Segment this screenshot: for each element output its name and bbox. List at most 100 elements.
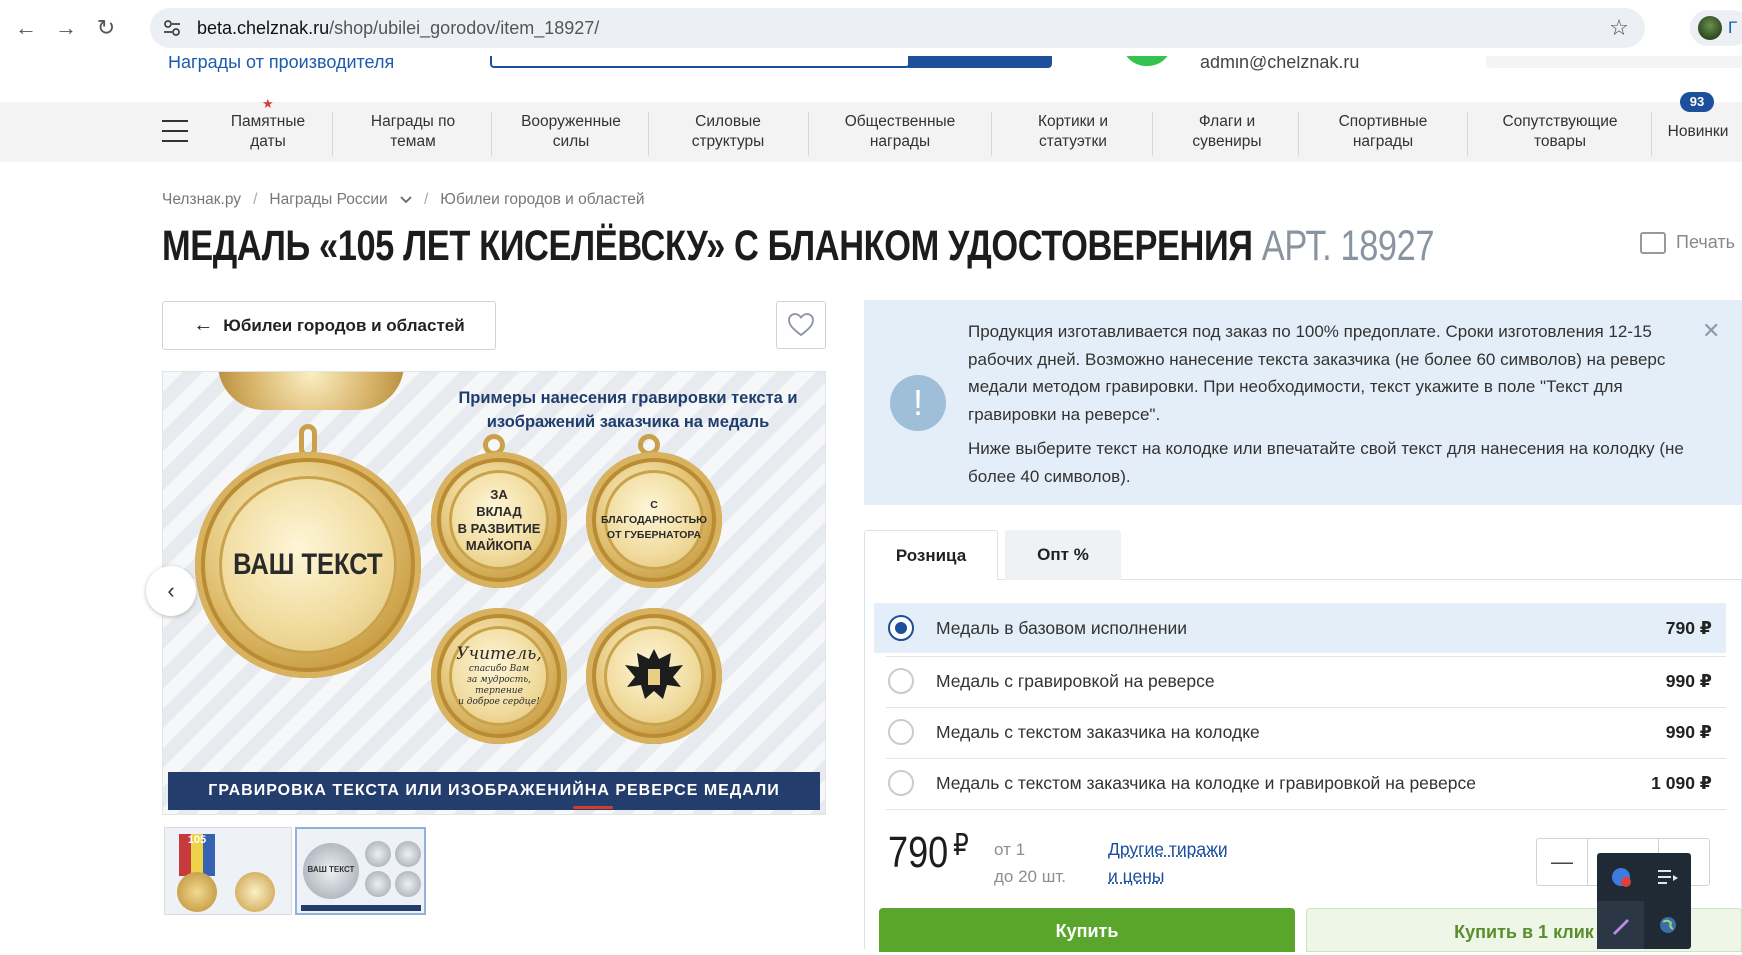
printer-icon [1640,232,1666,255]
radio-unselected[interactable] [888,719,914,745]
url-path: /shop/ubilei_gorodov/item_18927/ [329,18,600,38]
back-button-label: Юбилеи городов и областей [223,315,465,335]
tab-wholesale[interactable]: Опт % [1005,530,1121,580]
gallery-heading-line2: изображений заказчика на медаль [486,413,770,431]
back-to-category-button[interactable]: ← Юбилеи городов и областей [162,301,496,350]
thumb1-medal-back [235,872,275,912]
medal2-line: ОТ ГУБЕРНАТОРА [606,528,702,541]
sample-medal-3: Учитель, спасибо Вам за мудрость, терпен… [431,608,567,744]
search-button[interactable] [908,56,1052,68]
category-soputstvuyushchie[interactable]: Сопутствующие товары [1494,112,1626,152]
radio-unselected[interactable] [888,668,914,694]
category-sportivnye-nagrady[interactable]: Спортивные награды [1330,112,1436,152]
medal3-line: Учитель, [456,644,542,664]
thumb1-medal-front [177,872,217,912]
url-text[interactable]: beta.chelznak.ru/shop/ubilei_gorodov/ite… [197,18,599,39]
globe-icon[interactable] [1644,901,1691,949]
back-arrow-icon[interactable]: ← [12,14,40,42]
medal-hanger [218,372,404,410]
forward-arrow-icon[interactable]: → [52,14,80,42]
heart-icon [788,313,814,337]
other-tiers-link[interactable]: Другие тиражи и цены [1108,836,1228,890]
thumbnail-1[interactable]: 105 [164,827,292,915]
gallery-prev-button[interactable]: ‹ [146,566,196,616]
reload-icon[interactable]: ↻ [92,14,120,42]
sample-medal-4 [586,608,722,744]
search-input[interactable] [490,56,910,68]
category-obshchestvennye-nagrady[interactable]: Общественные награды [836,112,964,152]
tab-retail[interactable]: Розница [864,530,998,580]
print-label: Печать [1676,232,1735,252]
pen-icon[interactable] [1597,901,1644,949]
option-basic[interactable]: Медаль в базовом исполнении 790 ₽ [874,603,1726,653]
category-vooruzhennye-sily[interactable]: Вооруженные силы [512,112,630,152]
option-price: 790 ₽ [1665,617,1712,638]
chevron-down-icon[interactable] [400,195,412,205]
category-silovye-struktury[interactable]: Силовые структуры [682,112,774,152]
bookmark-star-icon[interactable]: ☆ [1607,16,1631,40]
price-currency: ₽ [953,829,969,862]
header-cart-box[interactable] [1486,56,1742,68]
option-price: 990 ₽ [1665,670,1712,691]
whatsapp-icon[interactable] [1122,56,1172,66]
red-star-icon: ★ [262,96,274,111]
thumb1-number: 105 [187,834,207,846]
print-button[interactable]: Печать [1640,232,1735,255]
product-title: МЕДАЛЬ «105 ЛЕТ КИСЕЛЁВСКУ» С БЛАНКОМ УД… [162,222,1253,270]
option-ribbon-text[interactable]: Медаль с текстом заказчика на колодке 99… [874,707,1726,757]
category-pamyatnye-daty[interactable]: Памятные даты [222,112,314,152]
option-ribbon-text-engraving[interactable]: Медаль с текстом заказчика на колодке и … [874,758,1726,808]
close-icon[interactable]: ✕ [1702,318,1720,344]
info-paragraph-1: Продукция изготавливается под заказ по 1… [968,322,1666,424]
favorite-button[interactable] [776,301,826,349]
category-novinki[interactable]: Новинки [1660,122,1736,142]
radio-selected[interactable] [888,615,914,641]
site-settings-icon[interactable] [162,18,182,38]
product-image-main[interactable]: ВАШ ТЕКСТ Примеры нанесения гравировки т… [162,371,826,815]
article-number: АРТ. 18927 [1261,222,1435,270]
option-label: Медаль с текстом заказчика на колодке и … [936,772,1476,793]
category-flagi[interactable]: Флаги и сувениры [1186,112,1268,152]
media-queue-icon[interactable] [1644,853,1691,901]
medal2-line: С [650,498,658,511]
address-bar[interactable]: beta.chelznak.ru/shop/ubilei_gorodov/ite… [150,8,1645,48]
arrow-left-icon: ← [193,314,214,336]
thumb2-text: ВАШ ТЕКСТ [307,865,355,874]
radio-unselected[interactable] [888,770,914,796]
option-engraving[interactable]: Медаль с гравировкой на реверсе 990 ₽ [874,656,1726,706]
qty-to: до 20 шт. [994,867,1066,886]
gallery-heading: Примеры нанесения гравировки текста и из… [433,386,823,434]
breadcrumb-current[interactable]: Юбилеи городов и областей [440,191,644,209]
option-label: Медаль с гравировкой на реверсе [936,670,1215,691]
tiers-line1: Другие тиражи [1108,839,1228,859]
browser-toolbar: ← → ↻ beta.chelznak.ru/shop/ubilei_gorod… [0,0,1742,56]
category-nav: ★ Памятные даты Награды по темам Вооруже… [0,92,1742,162]
category-nagrady-po-temam[interactable]: Награды по темам [362,112,464,152]
gallery-heading-line1: Примеры нанесения гравировки текста и [458,389,798,407]
buy-button[interactable]: Купить [879,908,1295,952]
breadcrumb-home[interactable]: Челзнак.ру [162,191,241,209]
minus-icon[interactable]: — [1537,839,1587,885]
info-paragraph-2: Ниже выберите текст на колодке или впеча… [968,439,1684,486]
option-label: Медаль в базовом исполнении [936,617,1188,638]
big-medal: ВАШ ТЕКСТ [195,452,421,678]
header-email[interactable]: admin@chelznak.ru [1200,56,1359,73]
order-info-notice: ! Продукция изготавливается под заказ по… [864,300,1742,505]
site-tagline: Награды от производителя [168,56,395,72]
new-items-badge: 93 [1680,92,1714,112]
profile-initial: Г [1728,18,1738,37]
option-price: 990 ₽ [1665,721,1712,742]
medal1-line: ЗА [490,487,508,502]
thumbnail-2[interactable]: ВАШ ТЕКСТ [295,827,426,915]
chrome-notification-icon[interactable] [1597,853,1644,901]
sample-medal-2: С БЛАГОДАРНОСТЬЮ ОТ ГУБЕРНАТОРА [586,452,722,588]
exclamation-icon: ! [890,375,946,431]
menu-burger-icon[interactable] [162,120,188,142]
profile-button[interactable]: Г [1690,10,1742,46]
gallery-caption: ГРАВИРОВКА ТЕКСТА ИЛИ ИЗОБРАЖЕНИЙНА РЕВЕ… [168,772,820,810]
medal3-line: спасибо Вам [468,664,530,674]
breadcrumb-nagrady-rossii[interactable]: Награды России [269,191,387,209]
medal1-line: В РАЗВИТИЕ [457,521,541,536]
floating-tray [1597,853,1691,949]
category-kortiki[interactable]: Кортики и статуэтки [1028,112,1118,152]
